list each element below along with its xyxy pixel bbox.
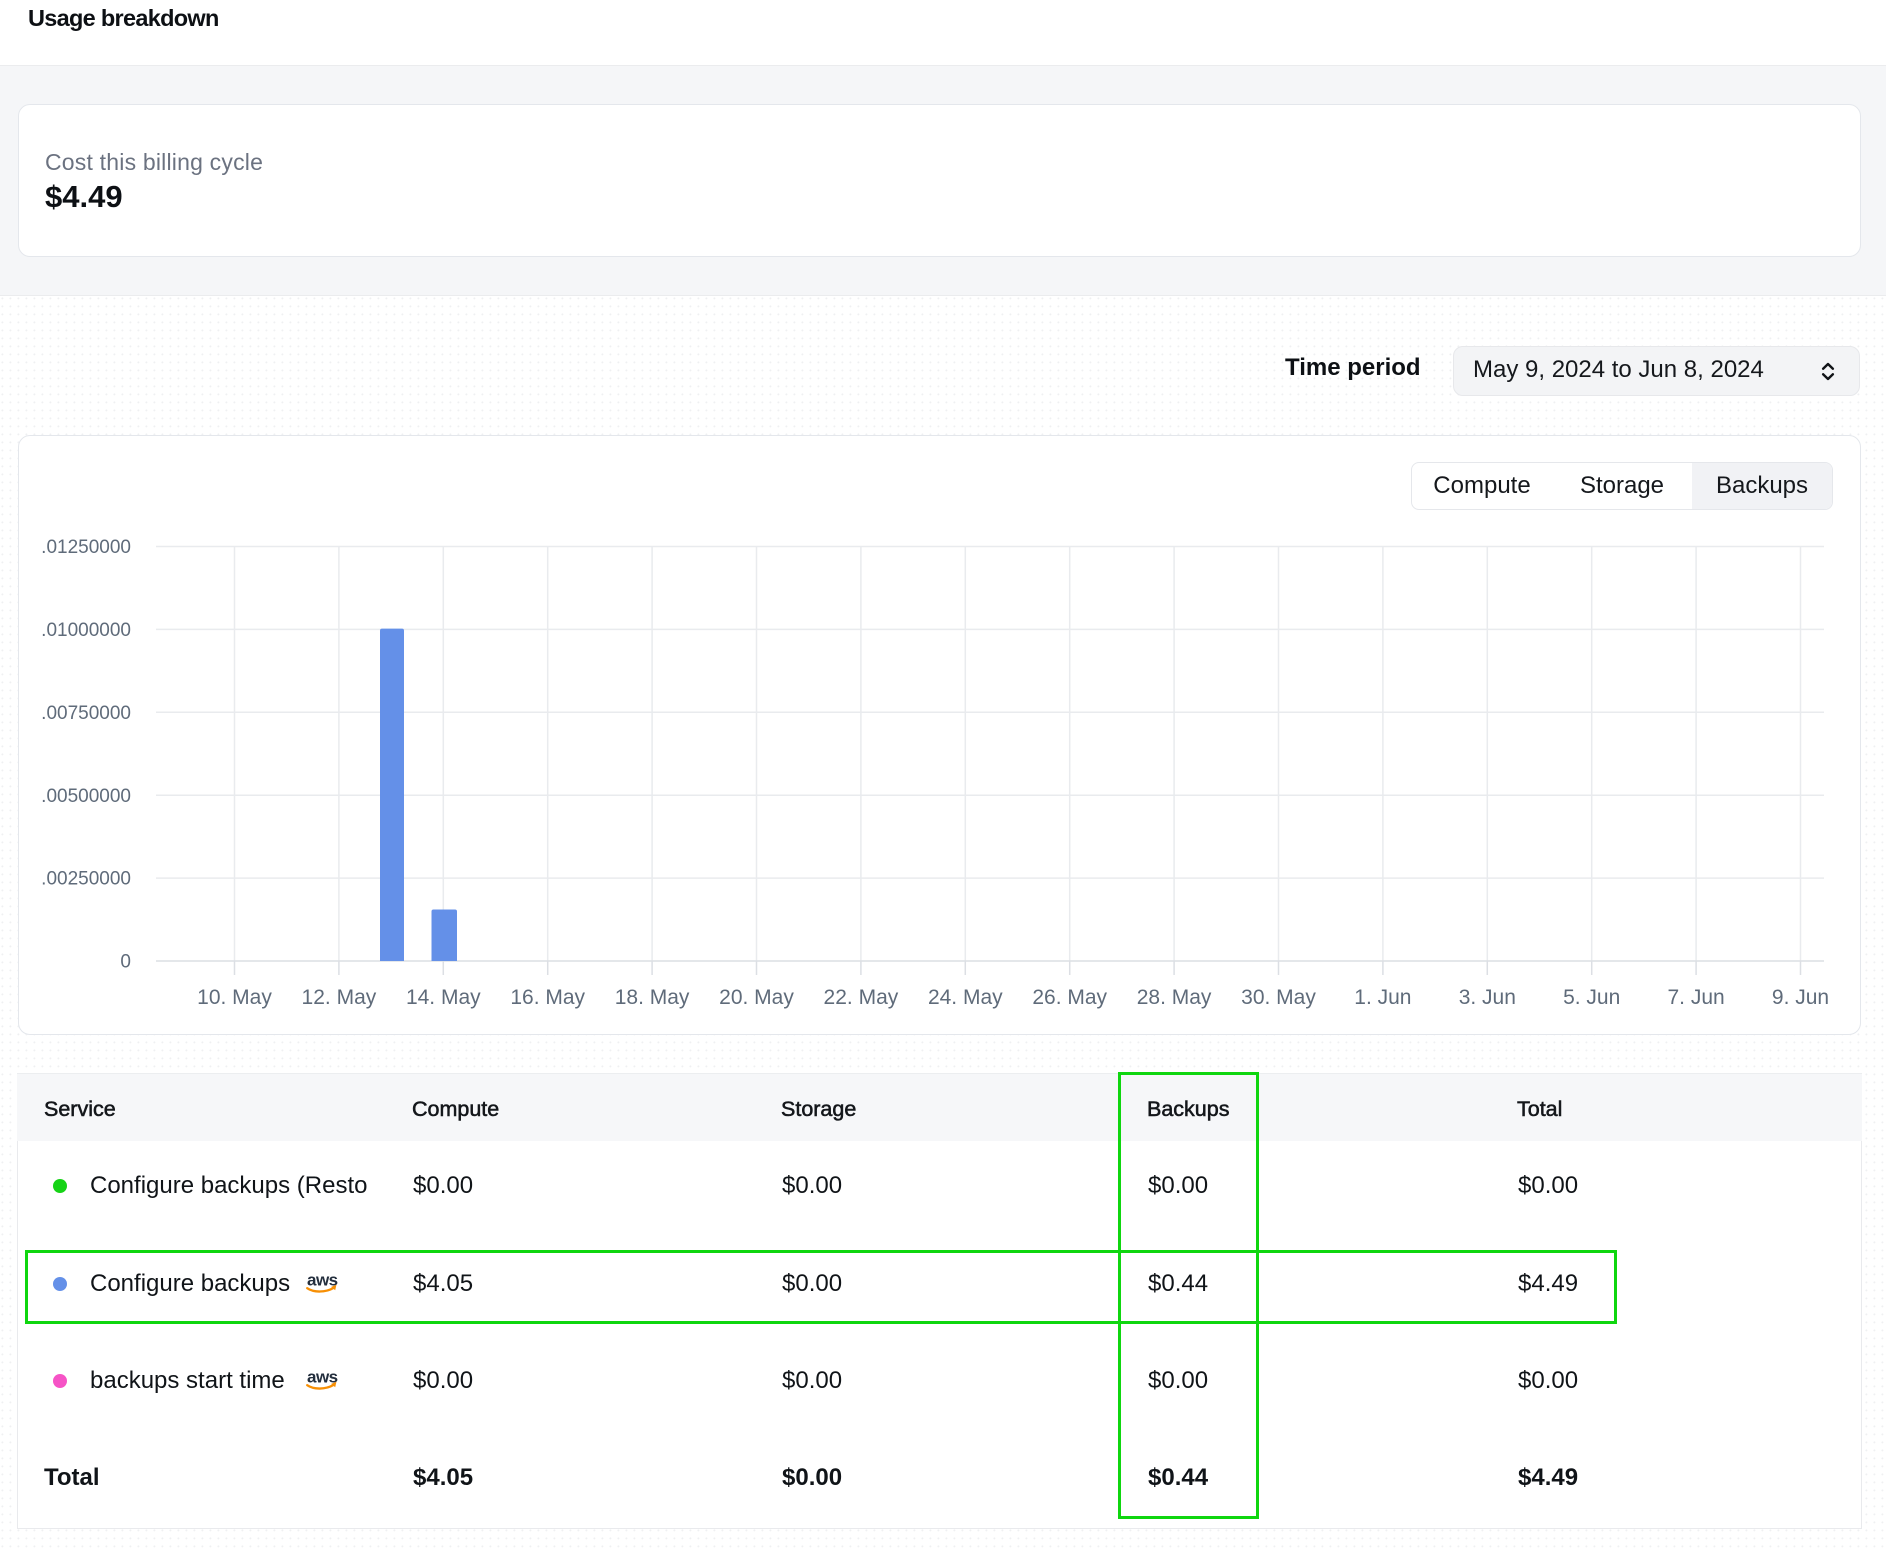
svg-text:26. May: 26. May — [1032, 986, 1107, 1009]
svg-text:5. Jun: 5. Jun — [1563, 986, 1620, 1009]
svg-text:0: 0 — [120, 952, 131, 973]
svg-text:.00500000: .00500000 — [41, 786, 131, 807]
svg-text:20. May: 20. May — [719, 986, 794, 1009]
svg-text:9. Jun: 9. Jun — [1772, 986, 1829, 1009]
svg-text:12. May: 12. May — [302, 986, 377, 1009]
svg-text:30. May: 30. May — [1241, 986, 1316, 1009]
svg-text:10. May: 10. May — [197, 986, 272, 1009]
svg-text:16. May: 16. May — [510, 986, 585, 1009]
svg-text:22. May: 22. May — [824, 986, 899, 1009]
svg-text:24. May: 24. May — [928, 986, 1003, 1009]
svg-text:28. May: 28. May — [1137, 986, 1212, 1009]
svg-text:.00250000: .00250000 — [41, 869, 131, 890]
svg-text:.01000000: .01000000 — [41, 620, 131, 641]
svg-text:7. Jun: 7. Jun — [1667, 986, 1724, 1009]
svg-text:1. Jun: 1. Jun — [1354, 986, 1411, 1009]
svg-text:.01250000: .01250000 — [41, 537, 131, 558]
svg-text:.00750000: .00750000 — [41, 703, 131, 724]
svg-text:14. May: 14. May — [406, 986, 481, 1009]
svg-text:3. Jun: 3. Jun — [1459, 986, 1516, 1009]
svg-text:18. May: 18. May — [615, 986, 690, 1009]
